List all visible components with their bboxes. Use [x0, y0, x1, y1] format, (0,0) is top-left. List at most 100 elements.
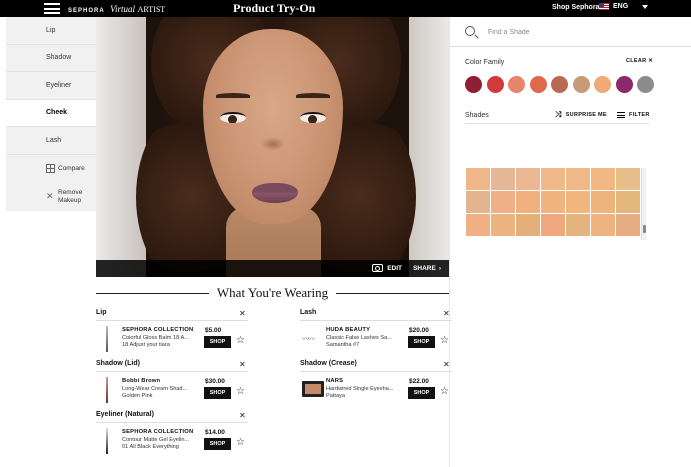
- brand-name: SEPHORA: [68, 8, 105, 14]
- product-card-shadow-crease: NARS Hardwired Single Eyesha... Pattaya …: [300, 371, 452, 401]
- category-eyeliner: Eyeliner (Natural): [96, 411, 154, 418]
- product-brand: SEPHORA COLLECTION: [122, 429, 194, 435]
- product-card-shadow-lid: Bobbi Brown Long-Wear Cream Shad... Gold…: [96, 371, 248, 403]
- language-label: ENG: [613, 3, 629, 10]
- shade-swatch-19[interactable]: [566, 214, 590, 236]
- shade-swatch-20[interactable]: [591, 214, 615, 236]
- shade-panel: Color Family CLEAR ✕ Shades ⤨ SURPRISE M…: [449, 17, 691, 467]
- compare-button[interactable]: Compare: [6, 155, 96, 183]
- shade-swatch-14[interactable]: [616, 191, 640, 213]
- color-family-swatch-6[interactable]: [572, 76, 590, 93]
- shuffle-icon: ⤨: [555, 110, 562, 119]
- sidebar-item-lash[interactable]: Lash: [6, 127, 96, 155]
- sidebar-item-shadow[interactable]: Shadow: [6, 45, 96, 72]
- shop-button[interactable]: SHOP: [204, 387, 231, 399]
- shade-swatch-1[interactable]: [466, 168, 490, 190]
- shade-swatch-18[interactable]: [541, 214, 565, 236]
- shade-swatch-13[interactable]: [591, 191, 615, 213]
- shade-swatch-7[interactable]: [616, 168, 640, 190]
- filter-button[interactable]: FILTER: [617, 112, 650, 118]
- shade-swatch-9[interactable]: [491, 191, 515, 213]
- remove-shadow-lid-icon[interactable]: ✕: [239, 360, 246, 369]
- lip-product-thumbnail: [98, 324, 116, 352]
- shade-swatch-3[interactable]: [516, 168, 540, 190]
- remove-lash-icon[interactable]: ✕: [443, 309, 450, 318]
- sidebar-item-eyeliner[interactable]: Eyeliner: [6, 72, 96, 100]
- shade-grid-scrollbar[interactable]: [641, 168, 646, 240]
- shade-swatch-6[interactable]: [591, 168, 615, 190]
- shadow-lid-thumbnail: [98, 375, 116, 403]
- lash-image: 〰〰: [302, 336, 315, 343]
- shade-swatch-21[interactable]: [616, 214, 640, 236]
- eyeshadow-compact-image: [302, 381, 324, 397]
- sidebar-item-cheek[interactable]: Cheek: [6, 99, 96, 127]
- shop-button[interactable]: SHOP: [204, 336, 231, 348]
- clear-button[interactable]: CLEAR ✕: [626, 58, 653, 64]
- shade-swatch-17[interactable]: [516, 214, 540, 236]
- color-family-swatch-5[interactable]: [551, 76, 568, 93]
- share-label: SHARE: [413, 265, 436, 272]
- product-name[interactable]: Contour Matte Gel Eyelin...: [122, 437, 202, 443]
- model-photo: EDIT SHARE ›: [96, 17, 449, 277]
- color-family-swatch-4[interactable]: [529, 76, 547, 93]
- wearing-title: What You're Wearing: [208, 285, 337, 300]
- remove-makeup-button[interactable]: ✕ Remove Makeup: [6, 183, 96, 211]
- product-brand: Bobbi Brown: [122, 378, 161, 384]
- category-sidebar: Lip Shadow Eyeliner Cheek Lash Compare ✕…: [6, 17, 96, 211]
- product-name[interactable]: Classic False Lashes Sa...: [326, 335, 406, 341]
- product-price: $30.00: [205, 378, 225, 385]
- language-selector[interactable]: ENG: [599, 3, 649, 10]
- sidebar-item-lip[interactable]: Lip: [6, 17, 96, 45]
- product-card-lash: 〰〰 HUDA BEAUTY Classic False Lashes Sa..…: [300, 320, 452, 350]
- shade-swatch-4[interactable]: [541, 168, 565, 190]
- shade-swatch-8[interactable]: [466, 191, 490, 213]
- shade-swatch-2[interactable]: [491, 168, 515, 190]
- product-name[interactable]: Colorful Gloss Balm 18 A...: [122, 335, 202, 341]
- search-input[interactable]: [488, 24, 678, 40]
- shop-button[interactable]: SHOP: [408, 336, 435, 348]
- edit-photo-button[interactable]: EDIT: [372, 264, 402, 272]
- color-family-swatch-9[interactable]: [637, 76, 654, 93]
- brand-virtual: Virtual: [110, 4, 135, 14]
- color-family-label: Color Family: [465, 59, 505, 66]
- shade-swatch-12[interactable]: [566, 191, 590, 213]
- favorite-star-icon[interactable]: ☆: [236, 335, 245, 347]
- favorite-star-icon[interactable]: ☆: [236, 386, 245, 398]
- share-button[interactable]: SHARE ›: [413, 265, 441, 272]
- product-name[interactable]: Hardwired Single Eyesha...: [326, 386, 406, 392]
- shade-swatch-15[interactable]: [466, 214, 490, 236]
- remove-eyeliner-icon[interactable]: ✕: [239, 411, 246, 420]
- color-family-swatch-7[interactable]: [594, 76, 611, 93]
- shade-swatch-5[interactable]: [566, 168, 590, 190]
- favorite-star-icon[interactable]: ☆: [440, 335, 449, 347]
- shade-grid: [466, 168, 641, 236]
- wearing-header: What You're Wearing: [96, 283, 449, 303]
- shop-button[interactable]: SHOP: [204, 438, 231, 450]
- shade-swatch-10[interactable]: [516, 191, 540, 213]
- color-family-swatch-8[interactable]: [615, 76, 633, 93]
- product-price: $22.00: [409, 378, 429, 385]
- category-shadow-lid: Shadow (Lid): [96, 360, 140, 367]
- color-family-swatch-1[interactable]: [465, 76, 482, 93]
- product-shade: Golden Pink: [122, 393, 153, 399]
- color-family-swatch-2[interactable]: [486, 76, 504, 93]
- shop-sephora-link[interactable]: Shop Sephora: [552, 4, 599, 11]
- scrollbar-thumb[interactable]: [643, 225, 646, 233]
- remove-lip-icon[interactable]: ✕: [239, 309, 246, 318]
- filter-icon: [617, 112, 625, 118]
- shadow-crease-thumbnail: [302, 375, 324, 399]
- shade-swatch-11[interactable]: [541, 191, 565, 213]
- photo-background-left: [96, 17, 146, 277]
- filter-label: FILTER: [629, 112, 650, 118]
- color-family-swatch-3[interactable]: [508, 76, 525, 93]
- favorite-star-icon[interactable]: ☆: [236, 437, 245, 449]
- favorite-star-icon[interactable]: ☆: [440, 386, 449, 398]
- shades-header: Shades ⤨ SURPRISE ME FILTER: [465, 106, 649, 124]
- surprise-me-button[interactable]: ⤨ SURPRISE ME: [555, 110, 607, 119]
- hamburger-menu-icon[interactable]: [44, 3, 60, 14]
- remove-shadow-crease-icon[interactable]: ✕: [443, 360, 450, 369]
- shade-swatch-16[interactable]: [491, 214, 515, 236]
- product-card-lip: SEPHORA COLLECTION Colorful Gloss Balm 1…: [96, 320, 248, 352]
- shop-button[interactable]: SHOP: [408, 387, 435, 399]
- product-name[interactable]: Long-Wear Cream Shad...: [122, 386, 202, 392]
